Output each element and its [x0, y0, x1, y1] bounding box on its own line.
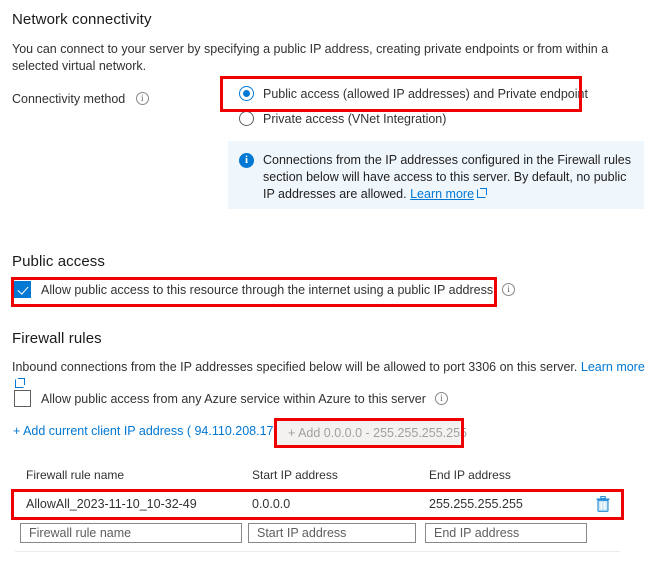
info-banner: Connections from the IP addresses config…	[228, 141, 644, 209]
info-filled-icon	[239, 153, 254, 168]
network-connectivity-page: Network connectivity You can connect to …	[0, 0, 659, 575]
radio-public-access-and-private-endpoint[interactable]: Public access (allowed IP addresses) and…	[239, 86, 588, 101]
allow-azure-services-checkbox[interactable]	[14, 390, 31, 407]
table-header-start-ip: Start IP address	[252, 468, 338, 482]
info-banner-text: Connections from the IP addresses config…	[263, 152, 632, 201]
new-rule-start-ip-input[interactable]	[248, 523, 416, 543]
external-link-icon	[15, 378, 25, 388]
info-banner-learn-more-label: Learn more	[410, 187, 475, 201]
new-rule-name-input[interactable]	[20, 523, 242, 543]
firewall-rules-learn-more-label: Learn more	[580, 360, 645, 374]
connectivity-method-label-text: Connectivity method	[12, 92, 126, 106]
table-cell-rule-name: AllowAll_2023-11-10_10-32-49	[26, 497, 197, 511]
table-bottom-divider	[15, 551, 620, 552]
firewall-rules-heading: Firewall rules	[12, 330, 102, 347]
table-cell-end-ip: 255.255.255.255	[429, 497, 523, 511]
network-connectivity-heading: Network connectivity	[12, 11, 152, 28]
info-icon[interactable]	[502, 283, 516, 296]
add-ip-range-button[interactable]: + Add 0.0.0.0 - 255.255.255.255	[277, 421, 467, 445]
external-link-icon	[477, 188, 488, 198]
public-access-heading: Public access	[12, 253, 106, 270]
allow-public-access-checkbox-row[interactable]: Allow public access to this resource thr…	[14, 281, 516, 298]
firewall-rules-learn-more-link[interactable]: Learn more	[581, 360, 645, 374]
add-current-client-ip-link[interactable]: + Add current client IP address ( 94.110…	[13, 424, 288, 438]
firewall-rules-description: Inbound connections from the IP addresse…	[12, 359, 652, 393]
allow-public-access-label: Allow public access to this resource thr…	[41, 282, 494, 297]
trash-icon[interactable]	[596, 496, 610, 512]
allow-public-access-checkbox[interactable]	[14, 281, 31, 298]
info-icon[interactable]	[135, 92, 149, 105]
allow-azure-services-checkbox-row[interactable]: Allow public access from any Azure servi…	[14, 390, 448, 407]
table-row-divider	[15, 518, 620, 519]
table-header-divider	[15, 489, 620, 490]
network-connectivity-description: You can connect to your server by specif…	[12, 42, 609, 73]
new-rule-end-ip-input[interactable]	[425, 523, 587, 543]
radio-private-access-vnet-integration[interactable]: Private access (VNet Integration)	[239, 111, 446, 126]
allow-azure-services-label: Allow public access from any Azure servi…	[41, 391, 426, 406]
table-header-end-ip: End IP address	[429, 468, 511, 482]
radio-label-public: Public access (allowed IP addresses) and…	[263, 86, 588, 101]
table-header-firewall-rule-name: Firewall rule name	[26, 468, 125, 482]
info-icon[interactable]	[434, 392, 448, 405]
firewall-rules-description-text: Inbound connections from the IP addresse…	[12, 360, 578, 374]
connectivity-method-label: Connectivity method	[12, 92, 149, 106]
radio-indicator-public[interactable]	[239, 86, 254, 101]
radio-label-private: Private access (VNet Integration)	[263, 111, 447, 126]
info-banner-learn-more-link[interactable]: Learn more	[410, 187, 474, 201]
table-cell-start-ip: 0.0.0.0	[252, 497, 291, 511]
radio-indicator-private[interactable]	[239, 111, 254, 126]
